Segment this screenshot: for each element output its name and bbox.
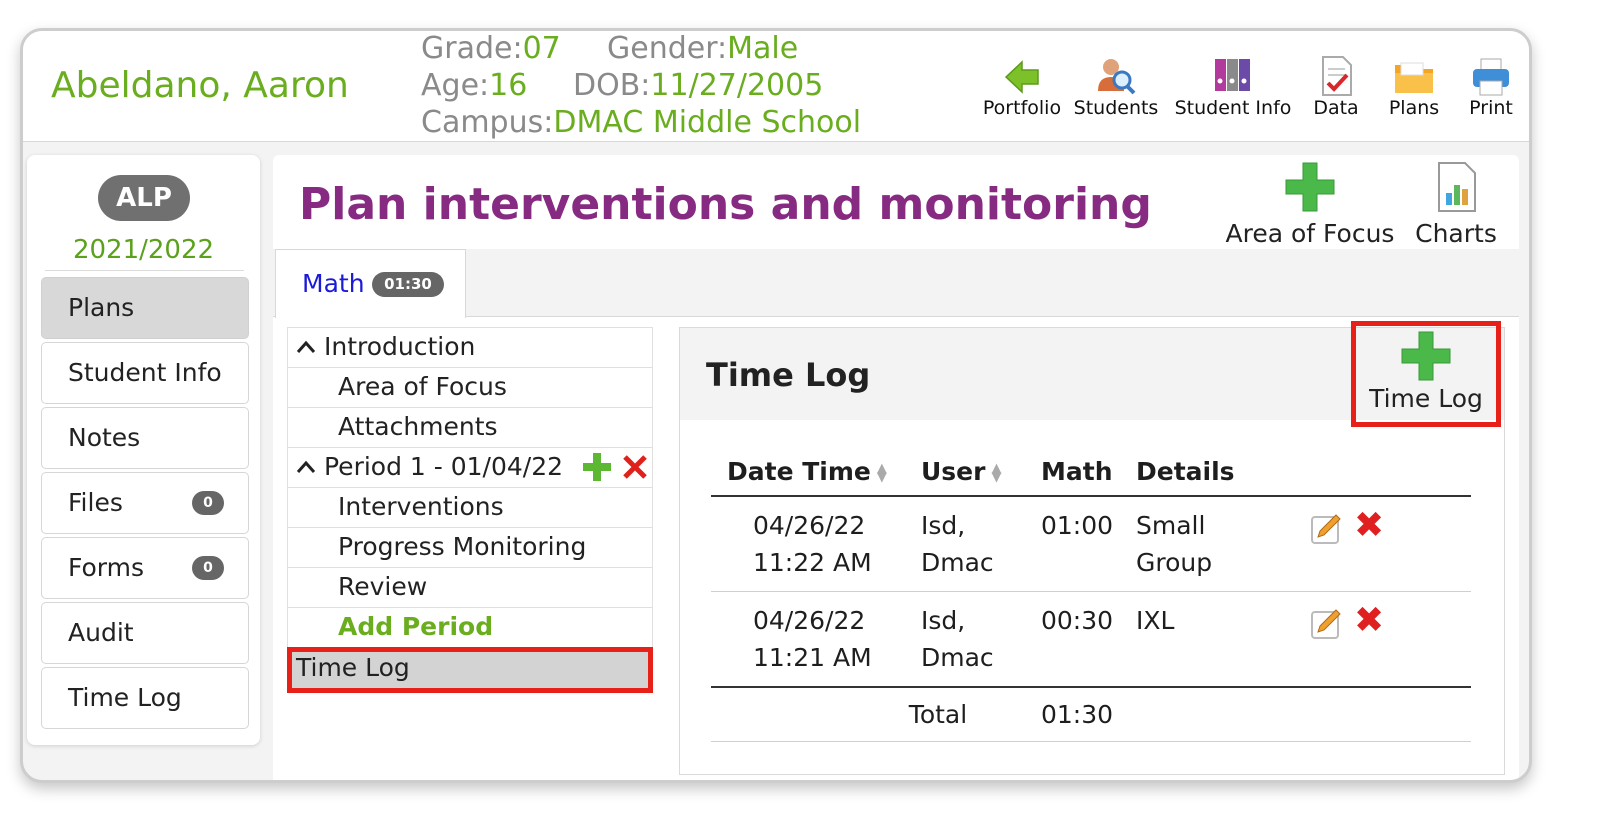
sidebar-item-label: Files — [68, 488, 123, 517]
tree-item-introduction[interactable]: Introduction — [287, 327, 653, 367]
sidebar-item-audit[interactable]: Audit — [41, 602, 249, 664]
table-row: 04/26/22 11:22 AM Isd, Dmac 01:00 Small Gro… — [711, 496, 1471, 592]
green-back-arrow-icon — [979, 53, 1065, 97]
campus-info: Campus:DMAC Middle School — [421, 105, 862, 140]
column-header-user[interactable]: User ▲ ▼ — [905, 448, 1025, 497]
tree-item-period-1[interactable]: Period 1 - 01/04/22 — [287, 447, 653, 487]
student-name: Abeldano, Aaron — [51, 65, 349, 106]
panel-title: Time Log — [706, 356, 871, 394]
delete-x-icon[interactable]: ✖ — [1354, 508, 1384, 547]
grade-info: Grade:07 — [421, 31, 561, 66]
forms-count-badge: 0 — [192, 556, 224, 580]
app-window: Abeldano, Aaron Grade:07 Gender:Male Age… — [20, 28, 1532, 783]
student-header: Abeldano, Aaron Grade:07 Gender:Male Age… — [23, 31, 1529, 142]
edit-pencil-icon[interactable] — [1308, 604, 1346, 642]
chart-icon — [1438, 162, 1476, 212]
sidebar-item-label: Student Info — [68, 358, 222, 387]
age-info: Age:16 — [421, 68, 528, 103]
alp-badge: ALP — [98, 175, 190, 221]
tree-item-attachments[interactable]: Attachments — [287, 407, 653, 447]
folder-icon — [1371, 53, 1457, 97]
plan-tree: Introduction Area of Focus Attachments P… — [287, 327, 653, 693]
student-search-icon — [1073, 53, 1159, 97]
column-header-date-time[interactable]: Date Time ▲ ▼ — [711, 448, 905, 497]
green-plus-icon — [1401, 331, 1451, 381]
sidebar-item-label: Forms — [68, 553, 145, 582]
tree-item-interventions[interactable]: Interventions — [287, 487, 653, 527]
total-row: Total 01:30 — [711, 687, 1471, 742]
files-count-badge: 0 — [192, 491, 224, 515]
sort-icon: ▲ ▼ — [876, 461, 887, 485]
sidebar-item-time-log[interactable]: Time Log — [41, 667, 249, 729]
page-title: Plan interventions and monitoring — [299, 179, 1152, 230]
sidebar-item-label: Plans — [68, 293, 135, 322]
time-log-table: Date Time ▲ ▼ User ▲ ▼ Math Details 04/26/22… — [711, 448, 1471, 742]
tree-item-review[interactable]: Review — [287, 567, 653, 607]
column-header-details: Details — [1120, 448, 1292, 497]
sidebar-item-label: Notes — [68, 423, 141, 452]
sidebar-item-label: Time Log — [68, 683, 182, 712]
add-area-of-focus-button[interactable]: Area of Focus — [1225, 161, 1395, 248]
data-button[interactable]: Data — [1293, 53, 1379, 119]
sidebar-item-forms[interactable]: Forms 0 — [41, 537, 249, 599]
tree-item-time-log[interactable]: Time Log — [287, 647, 653, 693]
document-check-icon — [1293, 53, 1379, 97]
tree-item-progress-monitoring[interactable]: Progress Monitoring — [287, 527, 653, 567]
sidebar: ALP 2021/2022 Plans Student Info Notes F… — [27, 155, 260, 745]
tab-time-badge: 01:30 — [372, 272, 444, 297]
delete-x-icon[interactable] — [622, 454, 648, 480]
student-info-button[interactable]: Student Info — [1173, 53, 1293, 119]
green-plus-icon — [1285, 162, 1335, 212]
sidebar-item-label: Audit — [68, 618, 134, 647]
print-button[interactable]: Print — [1448, 53, 1529, 119]
dob-info: DOB:11/27/2005 — [573, 68, 824, 103]
add-time-log-button[interactable]: Time Log — [1351, 321, 1501, 427]
printer-icon — [1448, 53, 1529, 97]
main-content: Plan interventions and monitoring Area o… — [273, 155, 1519, 780]
charts-button[interactable]: Charts — [1413, 161, 1499, 248]
total-label: Total — [711, 687, 1025, 742]
sidebar-item-student-info[interactable]: Student Info — [41, 342, 249, 404]
students-button[interactable]: Students — [1073, 53, 1159, 119]
tree-item-area-of-focus[interactable]: Area of Focus — [287, 367, 653, 407]
school-year: 2021/2022 — [72, 235, 215, 265]
divider — [45, 270, 244, 271]
table-row: 04/26/22 11:21 AM Isd, Dmac 00:30 IXL ✖ — [711, 591, 1471, 688]
edit-pencil-icon[interactable] — [1308, 509, 1346, 547]
add-period-link[interactable]: Add Period — [287, 607, 653, 647]
total-value: 01:30 — [1025, 687, 1120, 742]
gender-info: Gender:Male — [607, 31, 799, 66]
sidebar-item-notes[interactable]: Notes — [41, 407, 249, 469]
column-header-actions — [1292, 448, 1471, 497]
sort-icon: ▲ ▼ — [991, 461, 1002, 485]
delete-x-icon[interactable]: ✖ — [1354, 603, 1384, 642]
tab-label: Math — [302, 269, 365, 298]
binders-icon — [1173, 53, 1293, 97]
add-plus-icon[interactable] — [582, 452, 612, 482]
tab-bar: Math 01:30 — [273, 249, 1519, 318]
portfolio-button[interactable]: Portfolio — [979, 53, 1065, 119]
time-log-panel: Time Log Time Log Date Time▲▼ User▲▼ — [679, 321, 1505, 775]
column-header-math: Math — [1025, 448, 1120, 497]
sidebar-item-files[interactable]: Files 0 — [41, 472, 249, 534]
sidebar-item-plans[interactable]: Plans — [41, 277, 249, 339]
tab-math[interactable]: Math 01:30 — [275, 249, 466, 318]
plans-button[interactable]: Plans — [1371, 53, 1457, 119]
